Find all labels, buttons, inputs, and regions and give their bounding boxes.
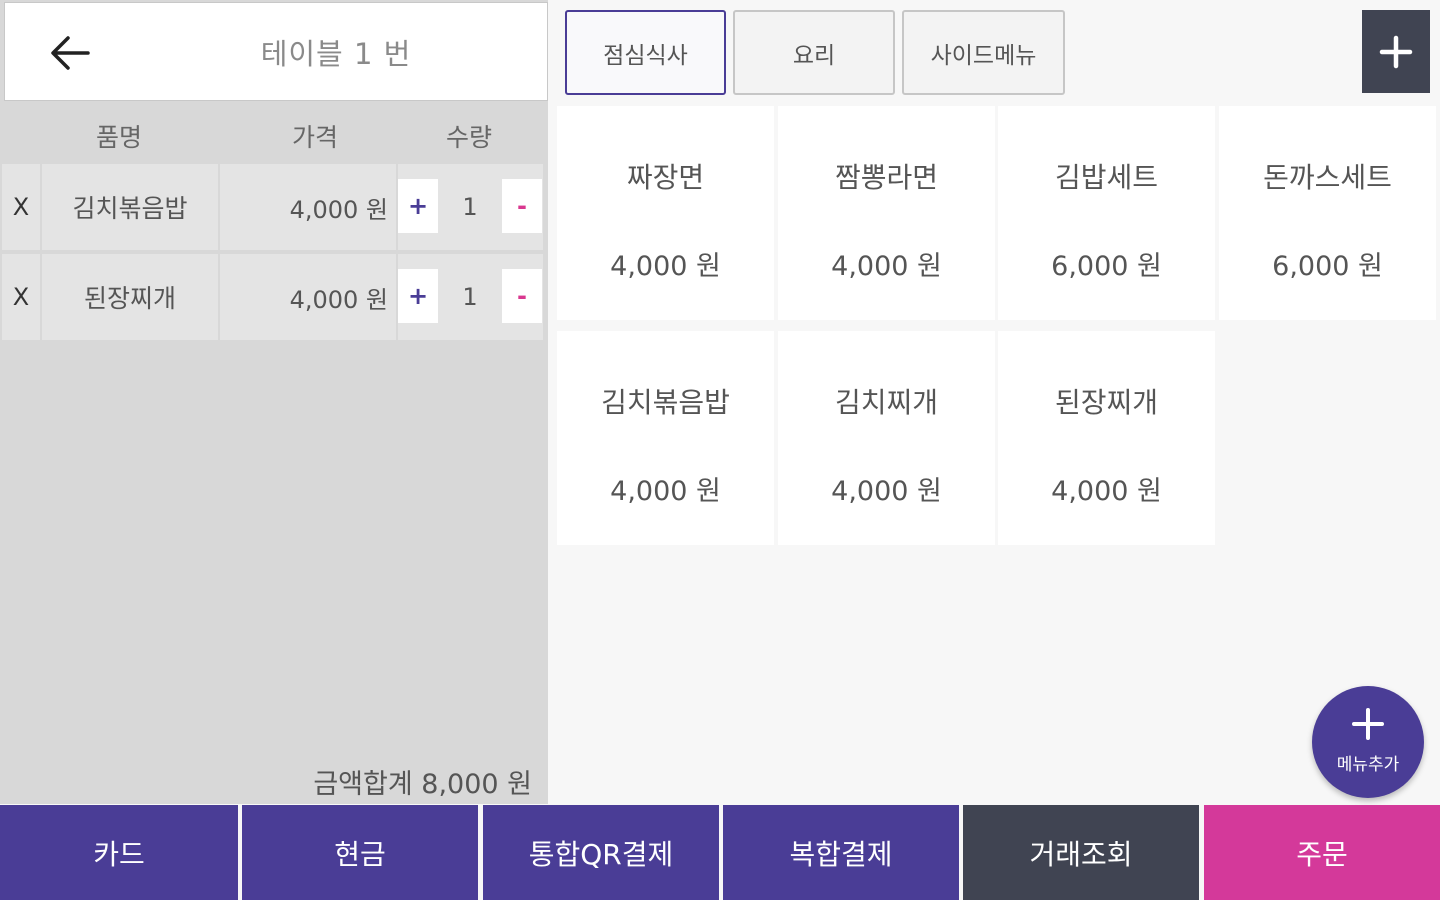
menu-item-name: 김치찌개 (834, 386, 939, 419)
plus-icon (1352, 708, 1384, 740)
qty-stepper: + 1 - (398, 164, 543, 250)
qty-stepper: + 1 - (398, 254, 543, 340)
add-category-button[interactable] (1362, 10, 1430, 93)
qty-decrease-button[interactable]: - (502, 179, 542, 233)
column-qty-header: 수량 (446, 123, 493, 152)
menu-item-name: 김밥세트 (1054, 161, 1159, 194)
add-menu-fab[interactable]: 메뉴추가 (1312, 686, 1424, 798)
menu-item-name: 돈까스세트 (1263, 161, 1392, 194)
arrow-left-icon (51, 36, 90, 70)
tab-dishes[interactable]: 요리 (733, 10, 895, 95)
card-payment-button[interactable]: 카드 (0, 805, 238, 900)
transaction-history-button[interactable]: 거래조회 (963, 805, 1199, 900)
qty-increase-button[interactable]: + (398, 179, 438, 233)
item-price: 4,000 원 (220, 164, 396, 250)
back-button[interactable] (35, 25, 105, 81)
item-price: 4,000 원 (220, 254, 396, 340)
item-name: 된장찌개 (42, 254, 218, 340)
cash-payment-button[interactable]: 현금 (242, 805, 478, 900)
menu-item-card[interactable]: 김치찌개 4,000 원 (778, 331, 995, 545)
menu-item-card[interactable]: 짬뽕라면 4,000 원 (778, 106, 995, 320)
menu-item-card[interactable]: 김치볶음밥 4,000 원 (557, 331, 774, 545)
plus-icon (1379, 35, 1413, 68)
order-row: X 김치볶음밥 4,000 원 + 1 - (2, 164, 543, 250)
menu-item-price: 4,000 원 (831, 251, 942, 282)
qty-increase-button[interactable]: + (398, 269, 438, 323)
item-name: 김치볶음밥 (42, 164, 218, 250)
menu-item-card[interactable]: 돈까스세트 6,000 원 (1219, 106, 1436, 320)
split-payment-button[interactable]: 복합결제 (723, 805, 959, 900)
tab-lunch[interactable]: 점심식사 (565, 10, 726, 95)
menu-item-price: 6,000 원 (1051, 251, 1162, 282)
menu-item-price: 6,000 원 (1272, 251, 1383, 282)
column-name-header: 품명 (96, 123, 143, 152)
menu-item-price: 4,000 원 (831, 476, 942, 507)
menu-item-card[interactable]: 짜장면 4,000 원 (557, 106, 774, 320)
table-header: 테이블 1 번 (4, 2, 548, 101)
column-price-header: 가격 (292, 123, 339, 152)
delete-item-button[interactable]: X (2, 164, 40, 250)
order-panel: 테이블 1 번 품명 가격 수량 X 김치볶음밥 4,000 원 + 1 - X… (0, 0, 548, 804)
tab-side-menu[interactable]: 사이드메뉴 (902, 10, 1065, 95)
qty-value: 1 (462, 193, 478, 221)
menu-item-name: 김치볶음밥 (601, 386, 730, 419)
menu-item-price: 4,000 원 (610, 476, 721, 507)
delete-item-button[interactable]: X (2, 254, 40, 340)
menu-item-name: 짜장면 (626, 161, 705, 194)
order-list-header: 품명 가격 수량 (0, 104, 548, 162)
order-row: X 된장찌개 4,000 원 + 1 - (2, 254, 543, 340)
menu-item-price: 4,000 원 (610, 251, 721, 282)
menu-item-card[interactable]: 된장찌개 4,000 원 (998, 331, 1215, 545)
menu-item-price: 4,000 원 (1051, 476, 1162, 507)
order-button[interactable]: 주문 (1204, 805, 1440, 900)
menu-item-name: 짬뽕라면 (834, 161, 939, 194)
add-menu-label: 메뉴추가 (1336, 755, 1400, 775)
qty-decrease-button[interactable]: - (502, 269, 542, 323)
qty-value: 1 (462, 283, 478, 311)
qr-payment-button[interactable]: 통합QR결제 (483, 805, 719, 900)
order-total: 금액합계 8,000 원 (313, 769, 532, 800)
menu-item-card[interactable]: 김밥세트 6,000 원 (998, 106, 1215, 320)
menu-item-name: 된장찌개 (1054, 386, 1159, 419)
